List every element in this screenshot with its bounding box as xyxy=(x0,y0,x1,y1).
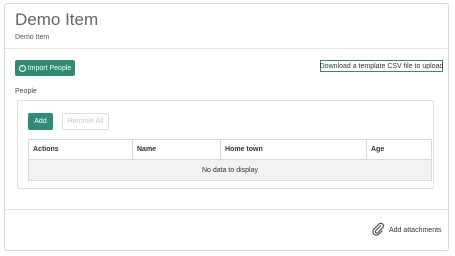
people-panel: Add Remove All Actions Name Home town Ag… xyxy=(17,100,434,189)
people-table: Actions Name Home town Age No data to di… xyxy=(28,139,432,181)
empty-message: No data to display xyxy=(29,160,431,180)
download-template-link[interactable]: Download a template CSV file to upload xyxy=(320,60,443,72)
divider xyxy=(5,48,448,49)
import-people-label: Import People xyxy=(27,64,72,72)
import-people-button[interactable]: ↑ Import People xyxy=(15,60,75,76)
table-header: Actions Name Home town Age xyxy=(29,140,431,160)
divider xyxy=(5,209,448,210)
add-attachments-label: Add attachments xyxy=(389,226,442,234)
column-header-age[interactable]: Age xyxy=(367,140,431,159)
people-section-label: People xyxy=(15,88,37,95)
add-attachments-button[interactable]: Add attachments xyxy=(371,222,442,238)
column-header-actions[interactable]: Actions xyxy=(29,140,133,159)
upload-icon: ↑ xyxy=(18,64,26,72)
remove-all-button[interactable]: Remove All xyxy=(62,113,109,130)
paperclip-icon xyxy=(371,222,385,238)
column-header-home-town[interactable]: Home town xyxy=(221,140,367,159)
page-title: Demo Item xyxy=(15,10,99,29)
page-subtitle: Demo Item xyxy=(15,34,50,41)
add-button[interactable]: Add xyxy=(28,113,53,130)
column-header-name[interactable]: Name xyxy=(133,140,221,159)
item-card: Demo Item Demo Item ↑ Import People Down… xyxy=(4,3,449,251)
